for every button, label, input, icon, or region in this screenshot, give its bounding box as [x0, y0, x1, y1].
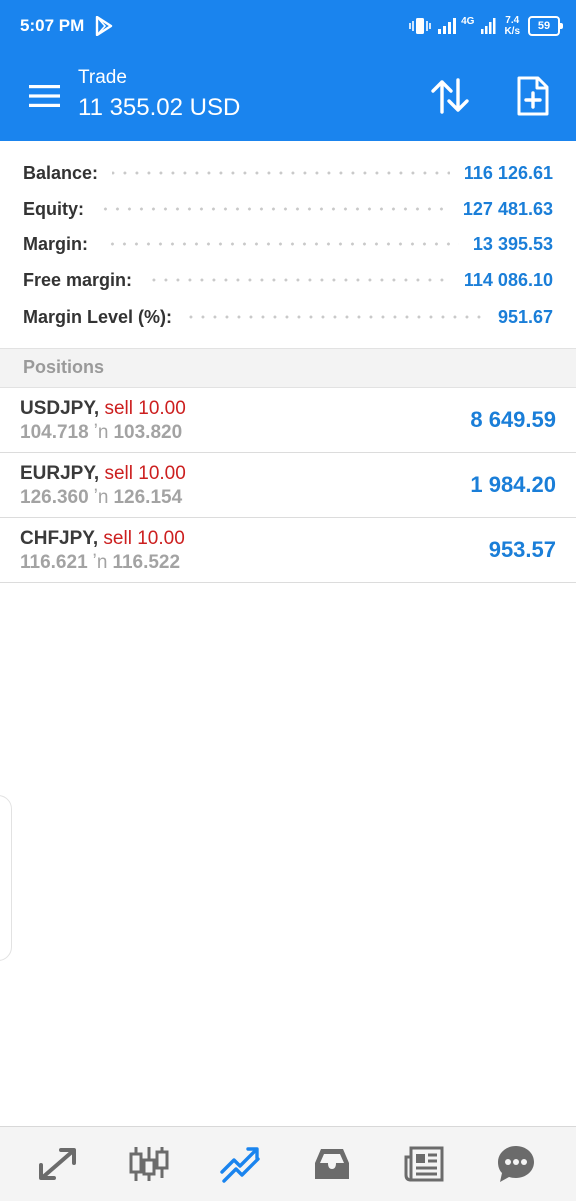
nav-chart-candles-icon[interactable]	[127, 1143, 171, 1185]
dotted-leader	[98, 207, 449, 211]
network-speed-unit: K/s	[504, 26, 520, 37]
summary-row-free-margin: Free margin: 114 086.10	[23, 262, 553, 298]
summary-value: 116 126.61	[463, 162, 553, 183]
app-bar-title-block: Trade 11 355.02 USD	[78, 66, 240, 124]
battery-icon: 59	[528, 16, 563, 36]
position-prices: 104.718 ʼn 103.820	[20, 421, 182, 445]
summary-row-equity: Equity: 127 481.63	[23, 191, 553, 227]
nav-quotes-icon[interactable]	[36, 1143, 80, 1185]
nav-news-icon[interactable]	[402, 1143, 446, 1185]
edge-panel-handle[interactable]	[0, 795, 12, 961]
top-app-area: 5:07 PM 4G 7.4 K/s 59 Trade 11 355.02 US…	[0, 0, 576, 141]
signal-strength-icon	[437, 17, 459, 35]
position-type: sell 10.00	[103, 528, 185, 549]
price-arrow: ʼn	[93, 422, 109, 443]
positions-section-header: Positions	[0, 348, 576, 388]
section-title: Positions	[23, 357, 105, 377]
price-arrow: ʼn	[93, 487, 109, 508]
network-speed: 7.4 K/s	[504, 15, 520, 37]
network-type-label: 4G	[461, 15, 475, 27]
signal-strength-secondary-icon	[480, 17, 496, 35]
summary-value: 127 481.63	[462, 198, 553, 219]
current-price: 126.154	[113, 487, 183, 508]
position-profit: 8 649.59	[470, 407, 556, 432]
position-row-eurjpy[interactable]: EURJPY, sell 10.00 126.360 ʼn 126.154 1 98…	[0, 453, 576, 518]
summary-value: 114 086.10	[463, 269, 553, 290]
current-price: 103.820	[113, 422, 183, 443]
nav-history-inbox-icon[interactable]	[310, 1143, 354, 1185]
summary-label: Margin:	[23, 233, 88, 254]
summary-row-margin-level: Margin Level (%): 951.67	[23, 299, 553, 335]
position-profit: 1 984.20	[470, 472, 556, 497]
dotted-leader	[112, 171, 450, 175]
summary-row-margin: Margin: 13 395.53	[23, 226, 553, 262]
position-profit: 953.57	[488, 537, 556, 562]
nav-trade-trend-icon[interactable]	[218, 1143, 262, 1185]
vibrate-icon	[409, 17, 431, 35]
battery-level: 59	[537, 20, 551, 32]
summary-label: Balance:	[23, 162, 99, 183]
price-arrow: ʼn	[92, 552, 108, 573]
position-symbol: USDJPY,	[20, 398, 100, 419]
play-store-icon	[94, 15, 114, 37]
dotted-leader	[102, 242, 459, 246]
summary-value: 13 395.53	[472, 233, 553, 254]
position-symbol: CHFJPY,	[20, 528, 99, 549]
position-symbol: EURJPY,	[20, 463, 100, 484]
position-type: sell 10.00	[104, 398, 186, 419]
dotted-leader	[146, 278, 450, 282]
open-price: 126.360	[20, 487, 89, 508]
sort-arrows-icon[interactable]	[430, 78, 470, 114]
positions-list: USDJPY, sell 10.00 104.718 ʼn 103.820 8 64…	[0, 388, 576, 583]
summary-value: 951.67	[497, 306, 553, 327]
position-title: CHFJPY, sell 10.00	[20, 527, 185, 551]
new-document-plus-icon[interactable]	[516, 76, 550, 116]
status-time: 5:07 PM	[20, 16, 85, 35]
hamburger-menu-icon[interactable]	[29, 84, 60, 108]
network-speed-value: 7.4	[505, 15, 520, 26]
status-bar: 5:07 PM 4G 7.4 K/s 59	[0, 0, 576, 54]
current-price: 116.522	[112, 552, 181, 573]
nav-chat-icon[interactable]	[494, 1143, 538, 1185]
position-type: sell 10.00	[104, 463, 186, 484]
page-title: Trade	[78, 67, 127, 88]
summary-label: Free margin:	[23, 269, 133, 290]
bottom-navigation	[0, 1126, 576, 1201]
dotted-leader	[186, 315, 484, 319]
summary-label: Margin Level (%):	[23, 306, 173, 327]
position-row-usdjpy[interactable]: USDJPY, sell 10.00 104.718 ʼn 103.820 8 64…	[0, 388, 576, 453]
summary-row-balance: Balance: 116 126.61	[23, 155, 553, 191]
summary-label: Equity:	[23, 198, 84, 219]
position-prices: 126.360 ʼn 126.154	[20, 486, 182, 510]
position-row-chfjpy[interactable]: CHFJPY, sell 10.00 116.621 ʼn 116.522 953.…	[0, 518, 576, 583]
position-title: EURJPY, sell 10.00	[20, 462, 186, 486]
position-prices: 116.621 ʼn 116.522	[20, 551, 180, 575]
open-price: 116.621	[20, 552, 88, 573]
page-subtitle-balance: 11 355.02 USD	[78, 94, 241, 121]
status-indicators: 4G 7.4 K/s 59	[409, 13, 563, 39]
open-price: 104.718	[20, 422, 89, 443]
position-title: USDJPY, sell 10.00	[20, 397, 186, 421]
account-summary: Balance: 116 126.61 Equity: 127 481.63 M…	[0, 141, 576, 349]
